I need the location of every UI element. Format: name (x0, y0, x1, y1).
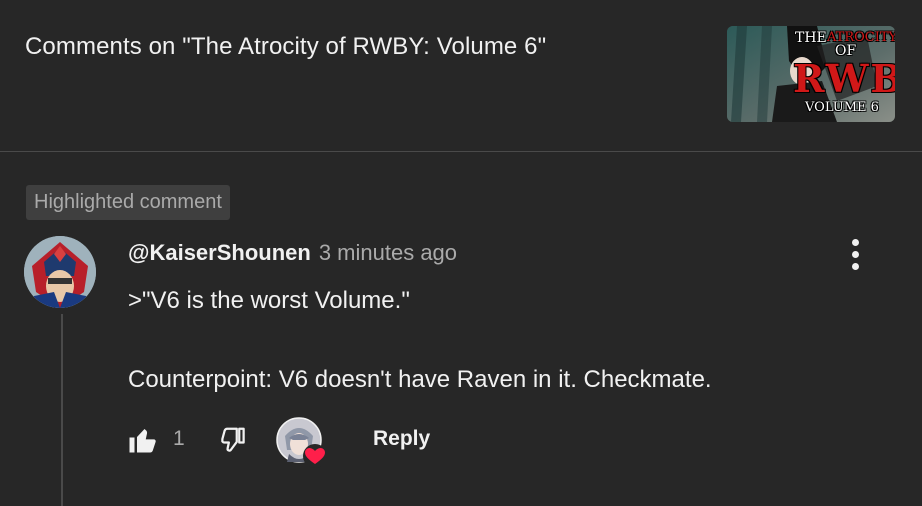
comment-actions: 1 Reply (0, 410, 922, 470)
comment-text-line: Counterpoint: V6 doesn't have Raven in i… (128, 366, 712, 393)
reply-button[interactable]: Reply (363, 417, 440, 461)
page-header: Comments on "The Atrocity of RWBY: Volum… (0, 0, 922, 152)
thumbs-up-icon[interactable] (127, 425, 157, 455)
creator-heart-badge[interactable] (275, 416, 329, 470)
thumbnail-text-volume: VOLUME 6 (805, 100, 879, 115)
like-count: 1 (173, 427, 185, 450)
avatar-image (24, 236, 96, 308)
author-name[interactable]: @KaiserShounen (128, 240, 311, 265)
author-avatar[interactable] (24, 236, 96, 308)
comment-header: @KaiserShounen 3 minutes ago (128, 240, 457, 266)
comment-text-line: >"V6 is the worst Volume." (128, 287, 410, 314)
thumbs-down-icon[interactable] (218, 425, 248, 455)
video-thumbnail[interactable]: THE ATROCITY OF RWBY VOLUME 6 (727, 26, 895, 122)
more-vert-icon[interactable] (843, 234, 867, 274)
thumbnail-text-rwby: RWBY (793, 56, 895, 101)
comment-time[interactable]: 3 minutes ago (319, 240, 457, 265)
page-title: Comments on "The Atrocity of RWBY: Volum… (25, 33, 547, 60)
thumbnail-text-the: THE (795, 30, 827, 46)
heart-icon (303, 444, 327, 468)
highlighted-comment-badge: Highlighted comment (26, 185, 230, 220)
